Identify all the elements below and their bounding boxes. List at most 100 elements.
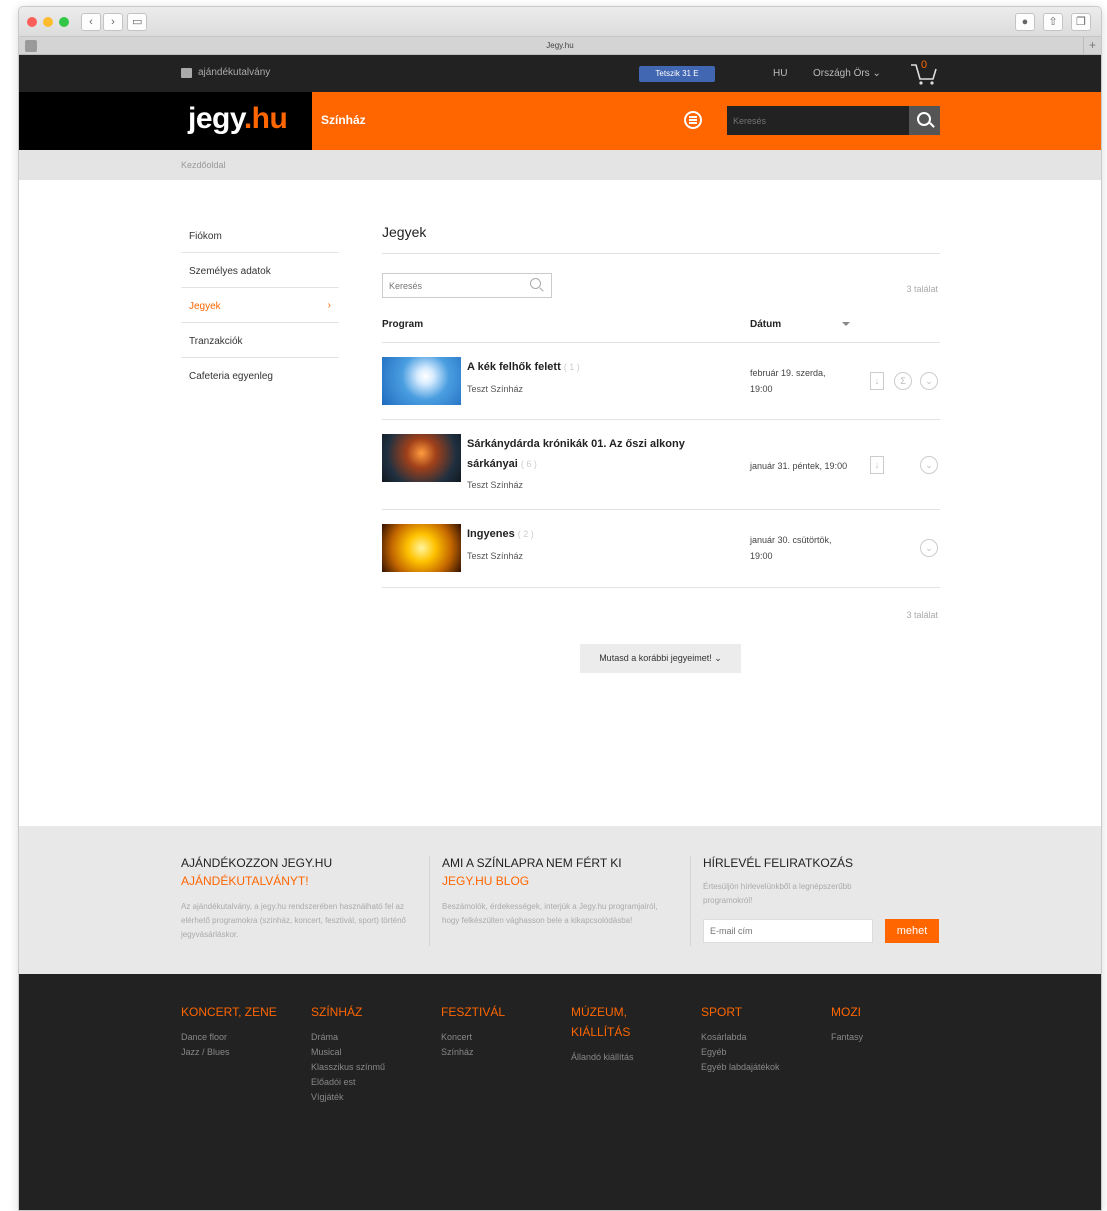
category-link[interactable]: Egyéb labdajátékok [701,1060,811,1075]
newsletter-submit-button[interactable]: mehet [885,919,939,943]
tabs-overview-icon[interactable]: ❐ [1071,13,1091,31]
footer-blog-link[interactable]: JEGY.HU BLOG [442,872,672,890]
category-link[interactable]: Fantasy [831,1030,941,1045]
site-header: jegy.hu Színház [19,92,1101,150]
sidebar-toggle-icon[interactable]: ▭ [127,13,148,31]
table-row[interactable]: Ingyenes ( 2 ) Teszt Színház január 30. … [382,510,940,588]
site-logo[interactable]: jegy.hu [188,102,288,136]
menu-icon[interactable] [684,111,702,129]
footer-blog-title: AMI A SZÍNLAPRA NEM FÉRT KI [442,856,622,870]
category-link[interactable]: Klasszikus színmű [311,1060,421,1075]
sidebar-item-tickets[interactable]: Jegyek › [181,288,339,323]
category-link[interactable]: Kosárlabda [701,1030,811,1045]
footer-gift-column: AJÁNDÉKOZZON JEGY.HU AJÁNDÉKUTALVÁNYT! A… [181,854,411,942]
event-venue: Teszt Színház [467,551,524,561]
forward-button[interactable]: › [103,13,123,31]
tickets-search-input[interactable] [382,273,552,298]
category-list: Állandó kiállítás [571,1050,651,1065]
site-search-input[interactable] [727,106,909,135]
tab-favicon-icon [25,40,37,52]
event-thumbnail[interactable] [382,357,461,405]
tab-title: Jegy.hu [546,41,574,50]
minimize-window-button[interactable] [43,17,53,27]
category-title[interactable]: SZÍNHÁZ [311,1002,421,1022]
close-window-button[interactable] [27,17,37,27]
category-title[interactable]: FESZTIVÁL [441,1002,551,1022]
event-thumbnail[interactable] [382,524,461,572]
category-title[interactable]: KONCERT, ZENE [181,1002,291,1022]
category-title[interactable]: MOZI [831,1002,941,1022]
history-nav: ‹ › [81,13,123,31]
footer-divider [429,856,430,946]
chevron-down-icon[interactable]: ⌄ [920,372,938,390]
invoice-icon[interactable]: Σ [894,372,912,390]
category-link[interactable]: Előadói est [311,1075,421,1090]
sidebar-item-cafeteria[interactable]: Cafeteria egyenleg [181,358,339,393]
share-icon[interactable]: ⇧ [1043,13,1063,31]
chevron-down-icon[interactable]: ⌄ [920,456,938,474]
zoom-window-button[interactable] [59,17,69,27]
event-title-text: sárkányai [467,458,518,470]
event-time: 19:00 [750,551,773,561]
downloads-icon[interactable]: ● [1015,13,1035,31]
category-column: KONCERT, ZENE Dance floor Jazz / Blues [181,1002,291,1060]
download-ticket-icon[interactable]: ↓ [870,456,884,474]
chevron-down-icon[interactable]: ⌄ [920,539,938,557]
event-title[interactable]: Ingyenes ( 2 ) [467,524,707,544]
sort-caret-icon[interactable] [842,322,850,326]
search-icon[interactable] [530,278,543,291]
category-link[interactable]: Egyéb [701,1045,811,1060]
category-list: Kosárlabda Egyéb Egyéb labdajátékok [701,1030,811,1075]
show-older-tickets-button[interactable]: Mutasd a korábbi jegyeimet! ⌄ [580,644,741,673]
category-list: Fantasy [831,1030,941,1045]
logo-main: jegy [188,102,244,135]
event-date-line: január 30. csütörtök, [750,535,832,545]
window-controls [27,17,69,27]
language-selector[interactable]: HU [773,68,787,79]
table-row[interactable]: Sárkánydárda krónikák 01. Az őszi alkony… [382,420,940,510]
back-button[interactable]: ‹ [81,13,101,31]
footer-divider [690,856,691,946]
event-title[interactable]: A kék felhők felett ( 1 ) [467,357,707,377]
sidebar-item-label: Személyes adatok [189,266,271,277]
user-menu[interactable]: Országh Örs ⌄ [813,68,881,79]
category-link[interactable]: Dráma [311,1030,421,1045]
category-link[interactable]: Állandó kiállítás [571,1050,651,1065]
category-title[interactable]: SPORT [701,1002,811,1022]
gift-label: ajándékutalvány [198,67,271,78]
browser-window: ‹ › ▭ ● ⇧ ❐ Jegy.hu + ajándékutalvány Te… [18,6,1102,1211]
category-link[interactable]: Koncert [441,1030,551,1045]
category-link[interactable]: Dance floor [181,1030,291,1045]
search-icon[interactable] [909,106,940,135]
category-link[interactable]: Musical [311,1045,421,1060]
facebook-like-button[interactable]: Tetszik 31 E [639,66,715,82]
event-title[interactable]: Sárkánydárda krónikák 01. Az őszi alkony… [467,434,707,474]
event-date: január 30. csütörtök, 19:00 [750,532,850,564]
category-list: Koncert Színház [441,1030,551,1060]
category-link[interactable]: Jazz / Blues [181,1045,291,1060]
sidebar-item-label: Cafeteria egyenleg [189,371,273,382]
breadcrumb-home[interactable]: Kezdőoldal [181,160,226,170]
column-date[interactable]: Dátum [750,319,781,330]
category-title[interactable]: MÚZEUM, KIÁLLÍTÁS [571,1002,651,1042]
header-orange-bar: Színház [312,92,1101,150]
browser-tab[interactable]: Jegy.hu + [19,37,1101,55]
new-tab-icon[interactable]: + [1083,37,1101,55]
newsletter-email-input[interactable] [703,919,873,943]
event-time: 19:00 [750,384,773,394]
tickets-table-header: Program Dátum [382,306,940,343]
footer-promo: AJÁNDÉKOZZON JEGY.HU AJÁNDÉKUTALVÁNYT! A… [19,826,1101,974]
sidebar-item-transactions[interactable]: Tranzakciók [181,323,339,358]
sidebar-item-account[interactable]: Fiókom [181,218,339,253]
footer-gift-link[interactable]: AJÁNDÉKUTALVÁNYT! [181,872,411,890]
gift-voucher-link[interactable]: ajándékutalvány [181,67,270,78]
category-link[interactable]: Színház [441,1045,551,1060]
logo-suffix: .hu [243,102,288,135]
sidebar-item-personal-data[interactable]: Személyes adatok [181,253,339,288]
event-thumbnail[interactable] [382,434,461,482]
download-ticket-icon[interactable]: ↓ [870,372,884,390]
table-row[interactable]: A kék felhők felett ( 1 ) Teszt Színház … [382,343,940,420]
cart-button[interactable]: 0 [907,59,941,87]
category-link[interactable]: Vígjáték [311,1090,421,1105]
account-sidebar: Fiókom Személyes adatok Jegyek › Tranzakc… [181,218,339,393]
